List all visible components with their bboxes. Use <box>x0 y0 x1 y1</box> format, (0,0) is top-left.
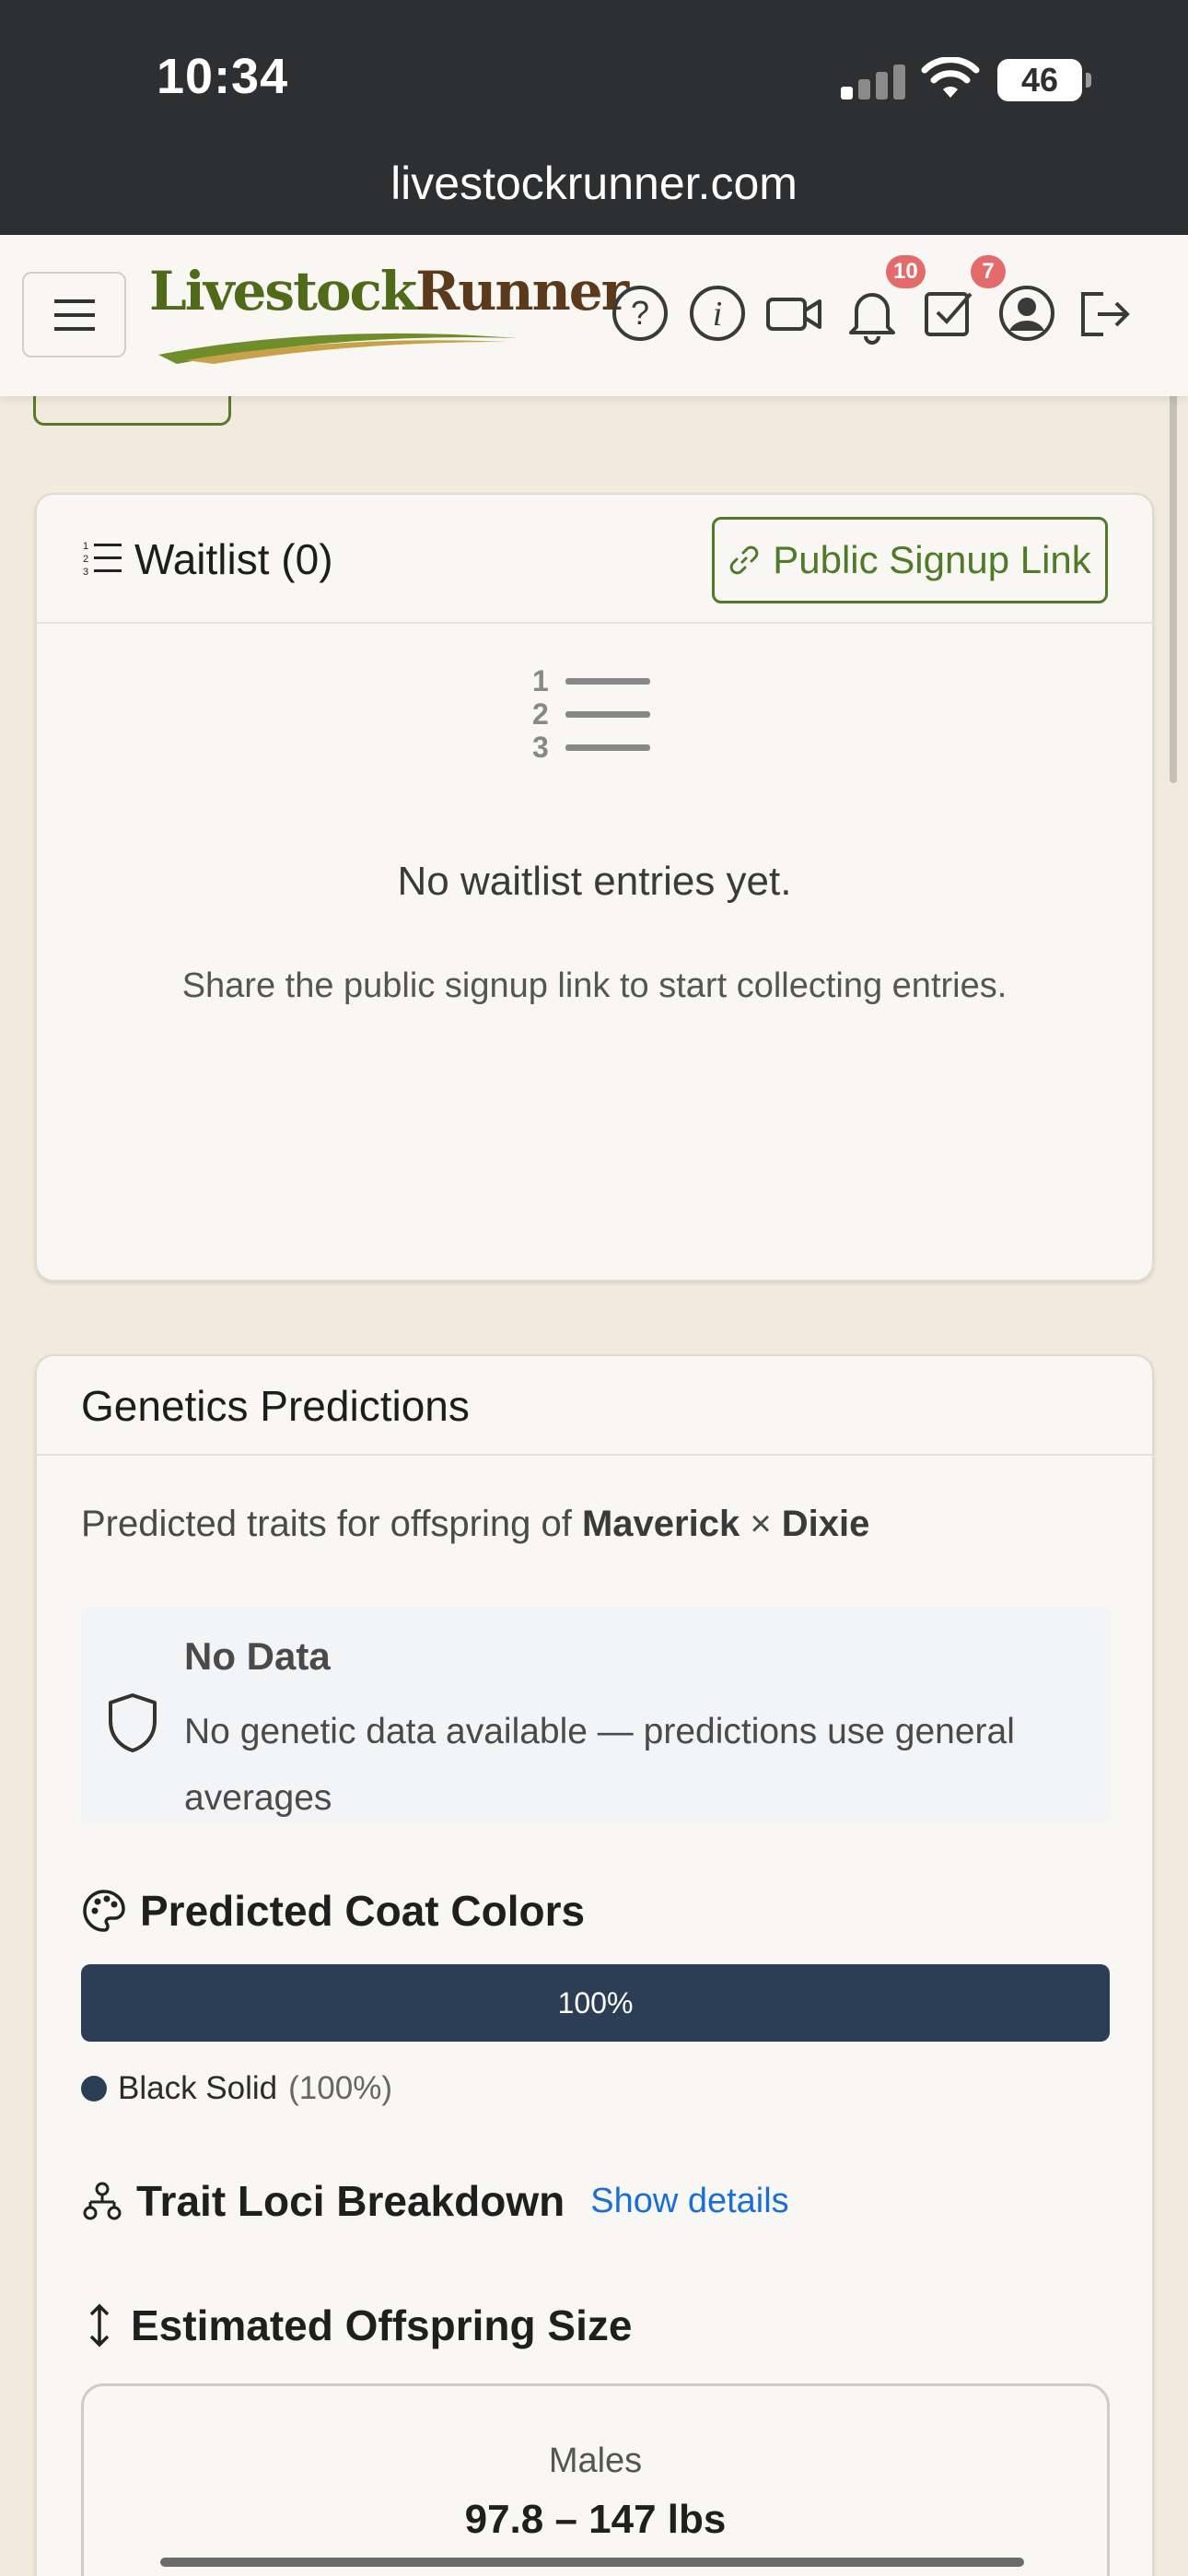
info-icon[interactable]: i <box>685 281 750 345</box>
svg-text:?: ? <box>631 294 649 332</box>
waitlist-title: Waitlist (0) <box>134 535 333 583</box>
user-account-icon[interactable] <box>995 281 1059 345</box>
hierarchy-icon <box>83 2182 122 2220</box>
waitlist-header: 1 2 3 Waitlist (0) Public Signup Link <box>37 495 1152 624</box>
svg-text:i: i <box>713 295 723 334</box>
no-data-text: No genetic data available — predictions … <box>184 1712 1015 1818</box>
logout-icon[interactable] <box>1072 281 1136 345</box>
legend-dot <box>81 2076 107 2102</box>
battery-icon: 46 <box>997 59 1091 101</box>
public-signup-link-button[interactable]: Public Signup Link <box>712 517 1108 603</box>
url-bar[interactable]: livestockrunner.com <box>0 157 1188 210</box>
video-icon[interactable] <box>763 281 827 345</box>
logo-swoosh-icon <box>158 333 518 364</box>
logo-text-runner: Runner <box>415 260 629 322</box>
empty-state-subtitle: Share the public signup link to start co… <box>181 966 1007 1005</box>
help-icon[interactable]: ? <box>608 281 672 345</box>
genetics-title: Genetics Predictions <box>81 1382 470 1430</box>
empty-list-number-2: 2 <box>532 697 549 731</box>
link-icon <box>729 545 759 575</box>
legend-name: Black Solid <box>118 2070 278 2106</box>
predicted-traits-text: Predicted traits for offspring of Maveri… <box>81 1504 870 1544</box>
status-bar: 10:34 46 livestockrunner.com <box>0 0 1188 235</box>
coat-colors-heading: Predicted Coat Colors <box>81 1886 585 1936</box>
svg-text:3: 3 <box>83 567 88 576</box>
bell-icon[interactable] <box>840 281 904 345</box>
empty-state-title: No waitlist entries yet. <box>397 859 792 904</box>
app-header: LivestockRunner ? i 10 7 <box>0 235 1188 396</box>
empty-list-icon: 1 2 3 <box>37 665 1152 767</box>
offspring-size-box: Males 97.8 – 147 lbs <box>81 2383 1110 2576</box>
no-data-title: No Data <box>184 1634 331 1678</box>
svg-text:2: 2 <box>83 554 88 565</box>
coat-color-bar: 100% <box>81 1964 1110 2042</box>
menu-icon <box>53 299 95 331</box>
genetics-card: Genetics Predictions Predicted traits fo… <box>35 1354 1154 2576</box>
empty-list-number-3: 3 <box>532 731 549 764</box>
trait-loci-heading: Trait Loci Breakdown Show details <box>81 2176 789 2226</box>
size-value: 97.8 – 147 lbs <box>464 2497 727 2542</box>
public-signup-link-label: Public Signup Link <box>773 538 1091 581</box>
coat-legend-item: Black Solid (100%) <box>81 2070 392 2107</box>
svg-text:1: 1 <box>83 541 88 552</box>
dam-name: Dixie <box>781 1504 870 1544</box>
home-indicator[interactable] <box>160 2558 1024 2567</box>
waitlist-card: 1 2 3 Waitlist (0) Public Signup Link 1 … <box>35 493 1154 1282</box>
logo-text-livestock: Livestock <box>149 260 417 322</box>
shield-icon <box>109 1693 157 1752</box>
no-data-alert: No Data No genetic data available — pred… <box>81 1607 1110 1823</box>
offspring-size-heading: Estimated Offspring Size <box>81 2301 632 2350</box>
palette-icon <box>83 1890 125 1932</box>
show-details-link[interactable]: Show details <box>590 2182 788 2221</box>
ordered-list-icon: 1 2 3 <box>83 541 122 576</box>
arrows-vertical-icon <box>89 2303 110 2348</box>
sire-name: Maverick <box>581 1504 740 1544</box>
status-time: 10:34 <box>157 49 289 104</box>
logo[interactable]: LivestockRunner <box>149 264 629 366</box>
legend-pct: (100%) <box>288 2070 392 2106</box>
genetics-header: Genetics Predictions <box>37 1356 1152 1456</box>
wifi-icon <box>921 57 980 98</box>
menu-button[interactable] <box>22 272 126 357</box>
tasks-check-icon[interactable] <box>917 281 982 345</box>
size-label: Males <box>548 2441 643 2480</box>
empty-list-number-1: 1 <box>532 665 549 697</box>
cellular-signal-icon <box>841 63 905 100</box>
